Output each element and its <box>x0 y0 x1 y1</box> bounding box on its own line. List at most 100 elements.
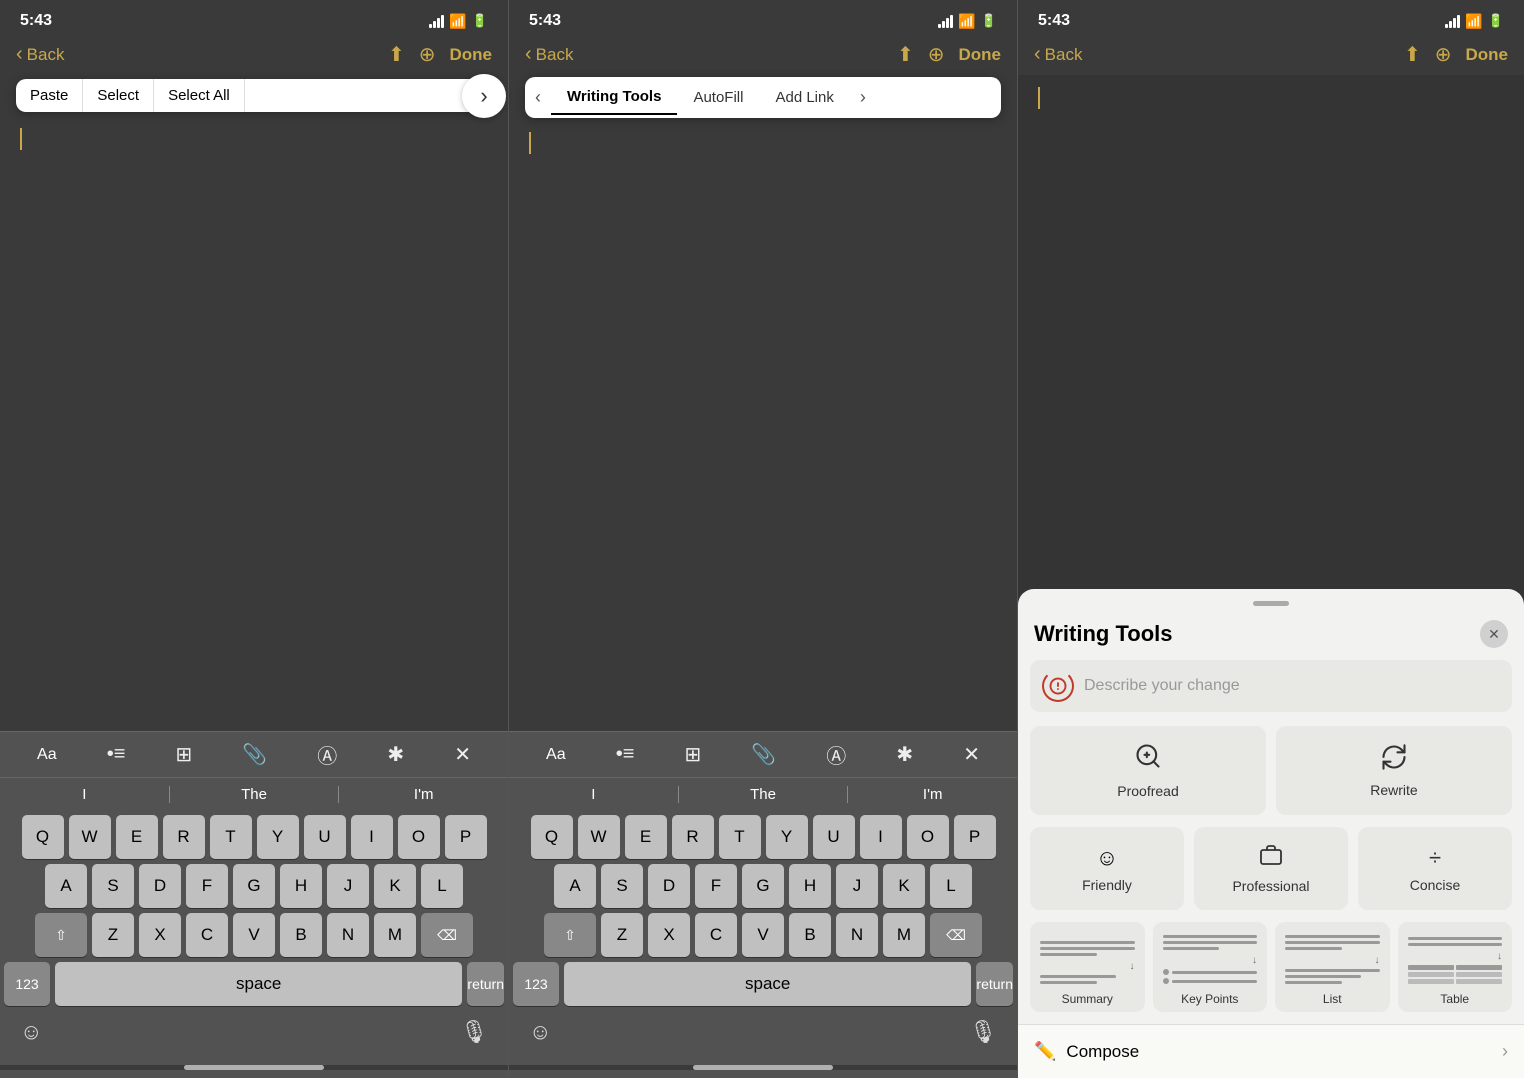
key-q-1[interactable]: Q <box>22 815 64 859</box>
share-icon-2[interactable]: ⬆ <box>897 42 914 67</box>
mic-icon-1[interactable]: 🎙 <box>460 1019 488 1045</box>
key-v-2[interactable]: V <box>742 913 784 957</box>
key-r-2[interactable]: R <box>672 815 714 859</box>
done-button-3[interactable]: Done <box>1466 45 1509 65</box>
share-icon-3[interactable]: ⬆ <box>1404 42 1421 67</box>
proofread-tool[interactable]: Proofread <box>1030 726 1266 815</box>
key-a-2[interactable]: A <box>554 864 596 908</box>
more-icon-3[interactable]: ⊕ <box>1435 42 1452 67</box>
emoji-icon-2[interactable]: ☺ <box>529 1019 551 1045</box>
table-tool[interactable]: ↓ Table <box>1398 922 1513 1012</box>
key-t-2[interactable]: T <box>719 815 761 859</box>
key-w-2[interactable]: W <box>578 815 620 859</box>
key-b-1[interactable]: B <box>280 913 322 957</box>
more-icon-1[interactable]: ⊕ <box>419 42 436 67</box>
key-g-1[interactable]: G <box>233 864 275 908</box>
select-item[interactable]: Select <box>83 79 154 112</box>
key-p-1[interactable]: P <box>445 815 487 859</box>
keyboard-icon-table-1[interactable]: ⊞ <box>175 742 192 767</box>
suggestion-i-1[interactable]: I <box>0 786 170 803</box>
key-d-2[interactable]: D <box>648 864 690 908</box>
concise-tool[interactable]: ÷ Concise <box>1358 827 1512 910</box>
key-x-2[interactable]: X <box>648 913 690 957</box>
suggestion-the-2[interactable]: The <box>679 786 849 803</box>
key-u-1[interactable]: U <box>304 815 346 859</box>
key-x-1[interactable]: X <box>139 913 181 957</box>
key-b-2[interactable]: B <box>789 913 831 957</box>
keyboard-icon-format-1[interactable]: Ⓐ <box>317 740 337 769</box>
key-n-2[interactable]: N <box>836 913 878 957</box>
share-icon-1[interactable]: ⬆ <box>388 42 405 67</box>
select-all-item[interactable]: Select All <box>154 79 245 112</box>
context-menu-more-button[interactable]: › <box>462 74 506 118</box>
key-h-2[interactable]: H <box>789 864 831 908</box>
key-m-2[interactable]: M <box>883 913 925 957</box>
key-v-1[interactable]: V <box>233 913 275 957</box>
key-j-2[interactable]: J <box>836 864 878 908</box>
key-num-2[interactable]: 123 <box>513 962 559 1006</box>
key-s-2[interactable]: S <box>601 864 643 908</box>
emoji-icon-1[interactable]: ☺ <box>20 1019 42 1045</box>
key-c-2[interactable]: C <box>695 913 737 957</box>
key-h-1[interactable]: H <box>280 864 322 908</box>
key-m-1[interactable]: M <box>374 913 416 957</box>
keyboard-icon-aa-1[interactable]: Aa <box>37 746 57 764</box>
key-n-1[interactable]: N <box>327 913 369 957</box>
rewrite-tool[interactable]: Rewrite <box>1276 726 1512 815</box>
key-r-1[interactable]: R <box>163 815 205 859</box>
add-link-item[interactable]: Add Link <box>759 81 849 114</box>
key-k-1[interactable]: K <box>374 864 416 908</box>
key-q-2[interactable]: Q <box>531 815 573 859</box>
keyboard-icon-close-2[interactable]: ✕ <box>963 742 980 767</box>
key-i-2[interactable]: I <box>860 815 902 859</box>
autofill-item[interactable]: AutoFill <box>677 81 759 114</box>
keyboard-icon-attach-2[interactable]: 📎 <box>751 742 776 767</box>
key-p-2[interactable]: P <box>954 815 996 859</box>
key-e-1[interactable]: E <box>116 815 158 859</box>
keyboard-icon-close-1[interactable]: ✕ <box>454 742 471 767</box>
key-o-2[interactable]: O <box>907 815 949 859</box>
editor-area-1[interactable] <box>0 116 508 731</box>
key-z-2[interactable]: Z <box>601 913 643 957</box>
key-w-1[interactable]: W <box>69 815 111 859</box>
key-o-1[interactable]: O <box>398 815 440 859</box>
key-a-1[interactable]: A <box>45 864 87 908</box>
back-button-3[interactable]: ‹ Back <box>1034 43 1082 66</box>
keyboard-icon-magic-2[interactable]: ✱ <box>896 742 913 767</box>
key-delete-1[interactable]: ⌫ <box>421 913 473 957</box>
mic-icon-2[interactable]: 🎙 <box>969 1019 997 1045</box>
key-j-1[interactable]: J <box>327 864 369 908</box>
key-shift-1[interactable]: ⇧ <box>35 913 87 957</box>
paste-item[interactable]: Paste <box>16 79 83 112</box>
key-t-1[interactable]: T <box>210 815 252 859</box>
key-delete-2[interactable]: ⌫ <box>930 913 982 957</box>
suggestion-im-1[interactable]: I'm <box>339 786 508 803</box>
compose-row[interactable]: ✏️ Compose › <box>1018 1024 1524 1078</box>
editor-area-2[interactable] <box>509 120 1017 731</box>
more-icon-2[interactable]: ⊕ <box>928 42 945 67</box>
key-z-1[interactable]: Z <box>92 913 134 957</box>
key-f-1[interactable]: F <box>186 864 228 908</box>
done-button-1[interactable]: Done <box>450 45 493 65</box>
keyboard-icon-format-2[interactable]: Ⓐ <box>826 740 846 769</box>
key-num-1[interactable]: 123 <box>4 962 50 1006</box>
list-tool[interactable]: ↓ List <box>1275 922 1390 1012</box>
back-button-1[interactable]: ‹ Back <box>16 43 64 66</box>
professional-tool[interactable]: Professional <box>1194 827 1348 910</box>
key-l-1[interactable]: L <box>421 864 463 908</box>
key-f-2[interactable]: F <box>695 864 737 908</box>
key-space-1[interactable]: space <box>55 962 462 1006</box>
key-i-1[interactable]: I <box>351 815 393 859</box>
keyboard-icon-attach-1[interactable]: 📎 <box>242 742 267 767</box>
key-l-2[interactable]: L <box>930 864 972 908</box>
summary-tool[interactable]: ↓ Summary <box>1030 922 1145 1012</box>
key-d-1[interactable]: D <box>139 864 181 908</box>
key-return-2[interactable]: return <box>976 962 1013 1006</box>
key-shift-2[interactable]: ⇧ <box>544 913 596 957</box>
describe-placeholder[interactable]: Describe your change <box>1084 677 1240 695</box>
suggestion-im-2[interactable]: I'm <box>848 786 1017 803</box>
key-return-1[interactable]: return <box>467 962 504 1006</box>
keyboard-icon-aa-2[interactable]: Aa <box>546 746 566 764</box>
key-space-2[interactable]: space <box>564 962 971 1006</box>
key-u-2[interactable]: U <box>813 815 855 859</box>
